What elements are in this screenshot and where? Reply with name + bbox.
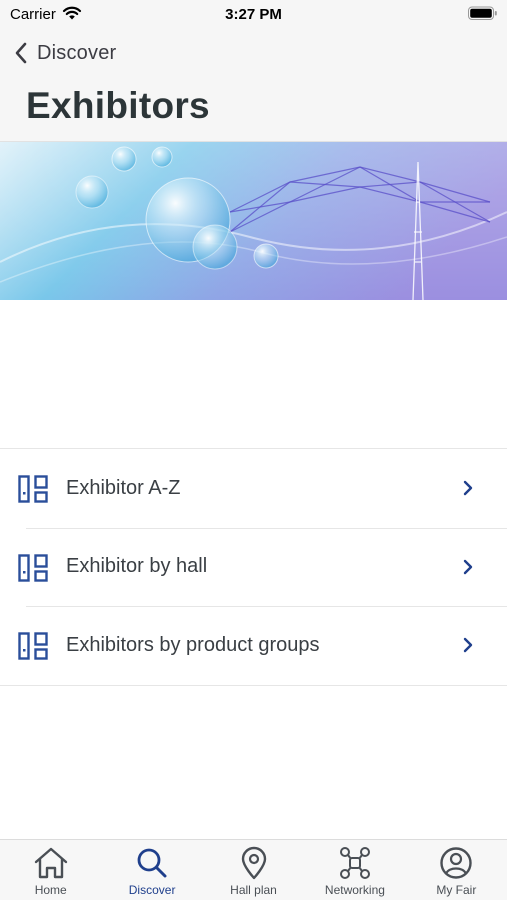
page-title: Exhibitors: [26, 85, 210, 126]
status-bar: Carrier 3:27 PM: [0, 0, 507, 30]
back-label: Discover: [37, 41, 117, 64]
tab-label: Networking: [324, 883, 385, 897]
navigation-header: Discover Exhibitors: [0, 30, 507, 142]
tab-home[interactable]: Home: [0, 840, 101, 900]
status-time: 3:27 PM: [225, 6, 282, 23]
chevron-left-icon: [15, 42, 27, 64]
exhibitor-by-hall-item[interactable]: Exhibitor by hall: [0, 527, 507, 607]
exhibitor-a-z-item[interactable]: Exhibitor A-Z: [0, 449, 507, 528]
hero-banner-image: [0, 142, 507, 300]
tab-hall-plan[interactable]: Hall plan: [203, 840, 304, 900]
search-icon: [134, 846, 170, 885]
menu-item-label: Exhibitor by hall: [66, 555, 208, 578]
tab-label: Home: [34, 883, 67, 897]
chevron-right-icon: [463, 637, 473, 658]
tab-label: Discover: [128, 883, 176, 897]
tab-label: My Fair: [436, 883, 477, 897]
tab-bar: Home Discover Hall plan Networking My Fa…: [0, 839, 507, 900]
exhibitors-by-product-groups-item[interactable]: Exhibitors by product groups: [0, 606, 507, 685]
profile-icon: [438, 846, 474, 885]
location-pin-icon: [236, 846, 272, 885]
tab-label: Hall plan: [230, 883, 277, 897]
grid-list-icon: [18, 632, 48, 665]
tab-discover[interactable]: Discover: [101, 840, 202, 900]
tab-networking[interactable]: Networking: [304, 840, 405, 900]
menu-item-label: Exhibitor A-Z: [66, 476, 181, 499]
menu-item-label: Exhibitors by product groups: [66, 633, 320, 656]
chevron-right-icon: [463, 480, 473, 501]
exhibitor-menu-list: Exhibitor A-Z Exhibitor by hall Exhibito…: [0, 448, 507, 686]
chevron-right-icon: [463, 559, 473, 580]
tab-my-fair[interactable]: My Fair: [406, 840, 507, 900]
battery-icon: [468, 6, 498, 25]
home-icon: [33, 846, 69, 885]
back-button[interactable]: Discover: [14, 39, 116, 67]
grid-list-icon: [18, 553, 48, 587]
network-icon: [337, 846, 373, 885]
grid-list-icon: [18, 475, 48, 508]
